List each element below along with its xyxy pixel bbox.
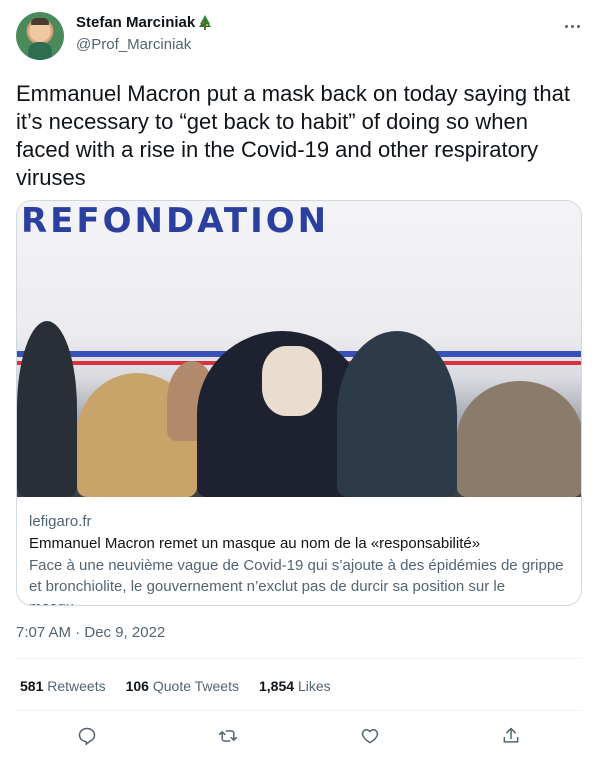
- likes-stat[interactable]: 1,854 Likes: [259, 678, 331, 694]
- divider: [16, 658, 582, 659]
- card-image-banner-text: REFONDATION: [21, 201, 330, 241]
- divider: [16, 710, 582, 711]
- reply-icon: [78, 727, 95, 746]
- retweets-count: 581: [20, 678, 44, 694]
- likes-count: 1,854: [259, 678, 295, 694]
- like-button[interactable]: [353, 719, 387, 753]
- card-title: Emmanuel Macron remet un masque au nom d…: [29, 535, 481, 552]
- likes-label: Likes: [297, 678, 331, 694]
- tweet-timestamp[interactable]: 7:07 AM · Dec 9, 2022: [16, 624, 165, 641]
- tweet-text: Emmanuel Macron put a mask back on today…: [16, 81, 570, 190]
- retweet-button[interactable]: [211, 719, 245, 753]
- link-card[interactable]: REFONDATION lefigaro.fr Emmanuel Macron …: [16, 200, 582, 606]
- retweets-label: Retweets: [47, 678, 106, 694]
- retweets-stat[interactable]: 581 Retweets: [20, 678, 106, 694]
- author-handle[interactable]: @Prof_Marciniak: [76, 36, 191, 53]
- share-icon: [503, 727, 519, 743]
- tweet-stats: 581 Retweets 106 Quote Tweets 1,854 Like…: [20, 678, 351, 694]
- card-domain: lefigaro.fr: [29, 513, 92, 530]
- more-icon[interactable]: [560, 16, 584, 36]
- author-name-row: Stefan Marciniak: [76, 14, 212, 31]
- author-display-name[interactable]: Stefan Marciniak: [76, 14, 195, 31]
- card-image[interactable]: REFONDATION: [17, 201, 581, 497]
- quote-tweets-count: 106: [125, 678, 149, 694]
- like-icon: [361, 729, 378, 744]
- avatar[interactable]: [16, 12, 64, 60]
- quote-tweets-stat[interactable]: 106 Quote Tweets: [126, 678, 239, 694]
- retweet-icon: [219, 730, 238, 742]
- reply-button[interactable]: [70, 719, 104, 753]
- quote-tweets-label: Quote Tweets: [152, 678, 239, 694]
- share-button[interactable]: [494, 719, 528, 753]
- card-description: Face à une neuvième vague de Covid-19 qu…: [29, 557, 564, 605]
- christmas-tree-icon: [199, 15, 212, 30]
- tweet-actions: [16, 720, 582, 752]
